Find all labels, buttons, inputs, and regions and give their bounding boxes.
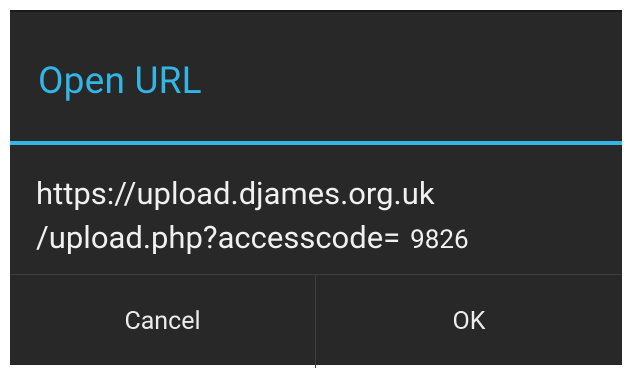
title-divider bbox=[10, 141, 622, 145]
url-line-2-text: /upload.php?accesscode= bbox=[36, 219, 401, 256]
dialog-message: https://upload.djames.org.uk /upload.php… bbox=[36, 172, 616, 262]
url-line-1: https://upload.djames.org.uk bbox=[36, 175, 435, 212]
dialog-title: Open URL bbox=[38, 60, 202, 103]
url-line-2: /upload.php?accesscode= 9826 bbox=[36, 216, 616, 262]
dialog-title-bar: Open URL bbox=[10, 12, 622, 142]
cancel-button[interactable]: Cancel bbox=[10, 275, 316, 368]
open-url-dialog: Open URL https://upload.djames.org.uk /u… bbox=[10, 10, 622, 368]
dialog-button-row: Cancel OK bbox=[10, 274, 622, 368]
access-code: 9826 bbox=[410, 225, 469, 255]
ok-button[interactable]: OK bbox=[316, 275, 622, 368]
